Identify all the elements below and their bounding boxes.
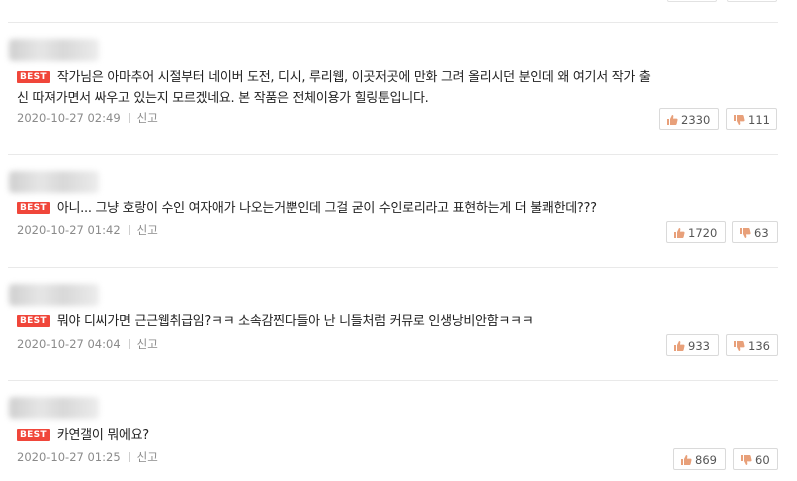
dislike-count: 111 (748, 113, 770, 127)
meta-separator (128, 225, 130, 235)
thumbs-up-icon (674, 341, 685, 351)
previous-comment-partial (0, 0, 797, 24)
meta-separator (128, 339, 130, 349)
comment-text: BEST 뭐야 디씨가면 근근웹취급임?ㅋㅋ 소속감찐다들아 난 니들처럼 커뮤로… (17, 311, 752, 332)
dislike-count: 63 (754, 226, 769, 240)
comment-text-line: 카연갤이 뭐에요? (56, 428, 149, 443)
comment-text: BEST 아니... 그냥 호랑이 수인 여자애가 나오는거뿐인데 그걸 굳이 수… (17, 198, 752, 219)
comment-date: 2020-10-27 01:42 (17, 223, 121, 237)
like-button[interactable]: 1720 (666, 221, 726, 243)
report-link[interactable]: 신고 (137, 337, 158, 351)
like-button[interactable]: 2330 (659, 108, 719, 130)
thumbs-up-icon (667, 115, 678, 125)
thumbs-down-icon (734, 341, 745, 351)
like-count: 2330 (681, 113, 711, 127)
dislike-count: 60 (755, 453, 770, 467)
thumbs-up-icon (674, 228, 685, 238)
thumbs-down-icon (734, 115, 745, 125)
report-link[interactable]: 신고 (137, 223, 158, 237)
divider (8, 22, 778, 23)
comment-meta: 2020-10-27 01:42 신고 (17, 223, 158, 237)
thumbs-down-icon (741, 455, 752, 465)
comment-meta: 2020-10-27 02:49 신고 (17, 111, 158, 125)
like-count: 869 (695, 453, 717, 467)
like-count: 933 (688, 339, 710, 353)
divider (8, 154, 778, 155)
like-button[interactable]: 933 (666, 334, 719, 356)
thumbs-down-icon (740, 228, 751, 238)
comment-date: 2020-10-27 01:25 (17, 450, 121, 464)
blurred-nickname (9, 284, 99, 306)
report-link[interactable]: 신고 (137, 450, 158, 464)
previous-dislike-button[interactable] (727, 0, 777, 2)
comment-list-page: BEST 작가님은 아마추어 시절부터 네이버 도전, 디시, 루리웹, 이곳저곳… (0, 0, 797, 481)
blurred-nickname (9, 397, 99, 419)
comment-text-line: 신 따져가면서 싸우고 있는지 모르겠네요. 본 작품은 전체이용가 힐링툰입니… (17, 91, 429, 106)
best-badge: BEST (17, 71, 50, 83)
divider (8, 380, 778, 381)
dislike-button[interactable]: 111 (726, 108, 777, 130)
like-button[interactable]: 869 (673, 448, 726, 470)
comment-meta: 2020-10-27 04:04 신고 (17, 337, 158, 351)
comment-meta: 2020-10-27 01:25 신고 (17, 450, 158, 464)
blurred-nickname (9, 171, 99, 193)
comment-text: BEST 작가님은 아마추어 시절부터 네이버 도전, 디시, 루리웹, 이곳저곳… (17, 67, 752, 88)
report-link[interactable]: 신고 (137, 111, 158, 125)
thumbs-up-icon (681, 455, 692, 465)
best-badge: BEST (17, 202, 50, 214)
dislike-button[interactable]: 60 (733, 448, 778, 470)
previous-like-button[interactable] (667, 0, 717, 2)
meta-separator (128, 452, 130, 462)
best-badge: BEST (17, 315, 50, 327)
divider (8, 267, 778, 268)
dislike-button[interactable]: 136 (726, 334, 778, 356)
comment-text-continued: 신 따져가면서 싸우고 있는지 모르겠네요. 본 작품은 전체이용가 힐링툰입니… (17, 88, 752, 109)
comment-text-line: 작가님은 아마추어 시절부터 네이버 도전, 디시, 루리웹, 이곳저곳에 만화… (56, 70, 651, 85)
dislike-button[interactable]: 63 (732, 221, 778, 243)
comment-text: BEST 카연갤이 뭐에요? (17, 425, 752, 446)
comment-text-line: 뭐야 디씨가면 근근웹취급임?ㅋㅋ 소속감찐다들아 난 니들처럼 커뮤로 인생낭… (56, 314, 534, 329)
best-badge: BEST (17, 429, 50, 441)
dislike-count: 136 (748, 339, 770, 353)
comment-date: 2020-10-27 04:04 (17, 337, 121, 351)
like-count: 1720 (688, 226, 718, 240)
meta-separator (128, 113, 130, 123)
comment-text-line: 아니... 그냥 호랑이 수인 여자애가 나오는거뿐인데 그걸 굳이 수인로리라… (56, 201, 597, 216)
blurred-nickname (9, 39, 99, 61)
comment-date: 2020-10-27 02:49 (17, 111, 121, 125)
